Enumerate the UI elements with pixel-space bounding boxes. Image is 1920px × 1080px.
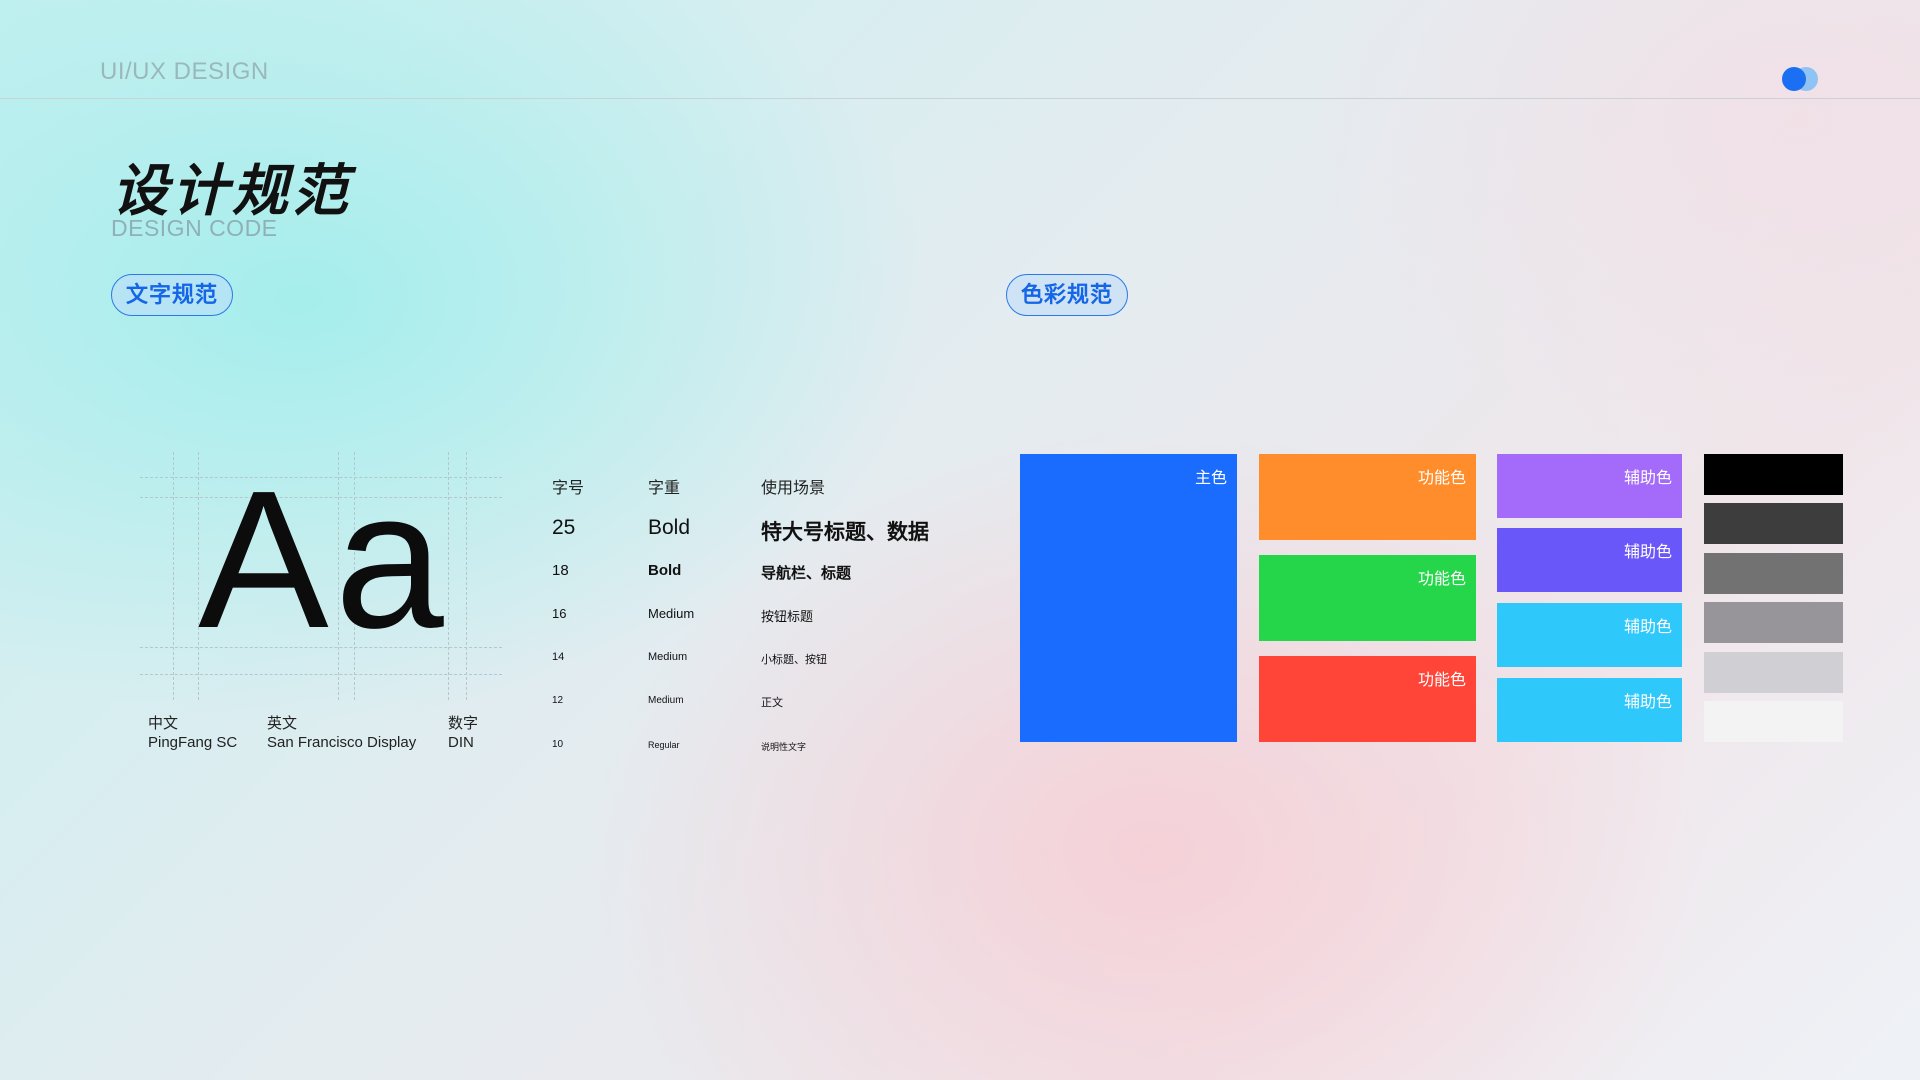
header-divider bbox=[0, 98, 1920, 99]
row-usage: 特大号标题、数据 bbox=[761, 521, 929, 544]
swatch-auxiliary: 辅助色 bbox=[1497, 603, 1682, 667]
font-name: PingFang SC bbox=[148, 734, 238, 751]
theme-toggle[interactable] bbox=[1782, 66, 1820, 92]
swatch-label: 主色 bbox=[1194, 470, 1227, 487]
font-family-english: 英文 San Francisco Display bbox=[267, 714, 416, 752]
col-header-size: 字号 bbox=[552, 480, 585, 497]
swatch-neutral bbox=[1704, 701, 1843, 742]
row-weight: Medium bbox=[648, 651, 688, 663]
col-header-weight: 字重 bbox=[648, 480, 681, 497]
swatch-neutral bbox=[1704, 553, 1843, 594]
section-tag-color-spec: 色彩规范 bbox=[1006, 274, 1129, 316]
row-size: 25 bbox=[552, 516, 576, 539]
swatch-auxiliary: 辅助色 bbox=[1497, 678, 1682, 742]
row-weight: Regular bbox=[648, 740, 680, 750]
row-size: 16 bbox=[552, 606, 567, 621]
section-tag-text-spec: 文字规范 bbox=[111, 274, 234, 316]
row-size: 10 bbox=[552, 739, 564, 750]
row-weight: Medium bbox=[648, 606, 695, 621]
swatch-label: 功能色 bbox=[1417, 470, 1466, 487]
row-weight: Bold bbox=[648, 562, 682, 579]
row-usage: 按钮标题 bbox=[761, 609, 814, 624]
swatch-primary: 主色 bbox=[1020, 454, 1237, 742]
font-name: San Francisco Display bbox=[267, 734, 417, 751]
swatch-label: 辅助色 bbox=[1623, 544, 1672, 561]
swatch-auxiliary: 辅助色 bbox=[1497, 528, 1682, 592]
row-weight: Bold bbox=[648, 516, 691, 539]
row-usage: 小标题、按钮 bbox=[761, 654, 827, 666]
swatch-neutral bbox=[1704, 652, 1843, 693]
swatch-functional: 功能色 bbox=[1259, 656, 1476, 742]
swatch-functional: 功能色 bbox=[1259, 454, 1476, 540]
swatch-label: 辅助色 bbox=[1623, 694, 1672, 711]
row-size: 12 bbox=[552, 695, 564, 706]
type-specimen: Aa bbox=[140, 452, 502, 700]
page-subtitle: DESIGN CODE bbox=[111, 215, 278, 241]
swatch-neutral bbox=[1704, 454, 1843, 495]
font-label: 数字 bbox=[448, 715, 479, 732]
swatch-label: 功能色 bbox=[1417, 672, 1466, 689]
toggle-knob bbox=[1782, 67, 1806, 91]
font-label: 英文 bbox=[267, 715, 298, 732]
swatch-neutral bbox=[1704, 503, 1843, 544]
swatch-functional: 功能色 bbox=[1259, 555, 1476, 641]
font-family-number: 数字 DIN bbox=[448, 714, 478, 752]
row-size: 14 bbox=[552, 651, 565, 663]
swatch-label: 辅助色 bbox=[1623, 619, 1672, 636]
row-size: 18 bbox=[552, 562, 569, 579]
swatch-auxiliary: 辅助色 bbox=[1497, 454, 1682, 518]
specimen-glyphs: Aa bbox=[198, 450, 450, 669]
row-usage: 说明性文字 bbox=[761, 742, 807, 752]
font-label: 中文 bbox=[148, 715, 179, 732]
font-family-chinese: 中文 PingFang SC bbox=[148, 714, 237, 752]
guide-line bbox=[173, 452, 174, 700]
guide-line bbox=[466, 452, 467, 700]
swatch-label: 功能色 bbox=[1417, 571, 1466, 588]
font-name: DIN bbox=[448, 734, 474, 751]
swatch-label: 辅助色 bbox=[1623, 470, 1672, 487]
row-weight: Medium bbox=[648, 695, 684, 706]
swatch-neutral bbox=[1704, 602, 1843, 643]
row-usage: 正文 bbox=[761, 697, 783, 709]
brand-label: UI/UX DESIGN bbox=[100, 58, 269, 85]
row-usage: 导航栏、标题 bbox=[761, 565, 852, 582]
col-header-usage: 使用场景 bbox=[761, 480, 826, 497]
